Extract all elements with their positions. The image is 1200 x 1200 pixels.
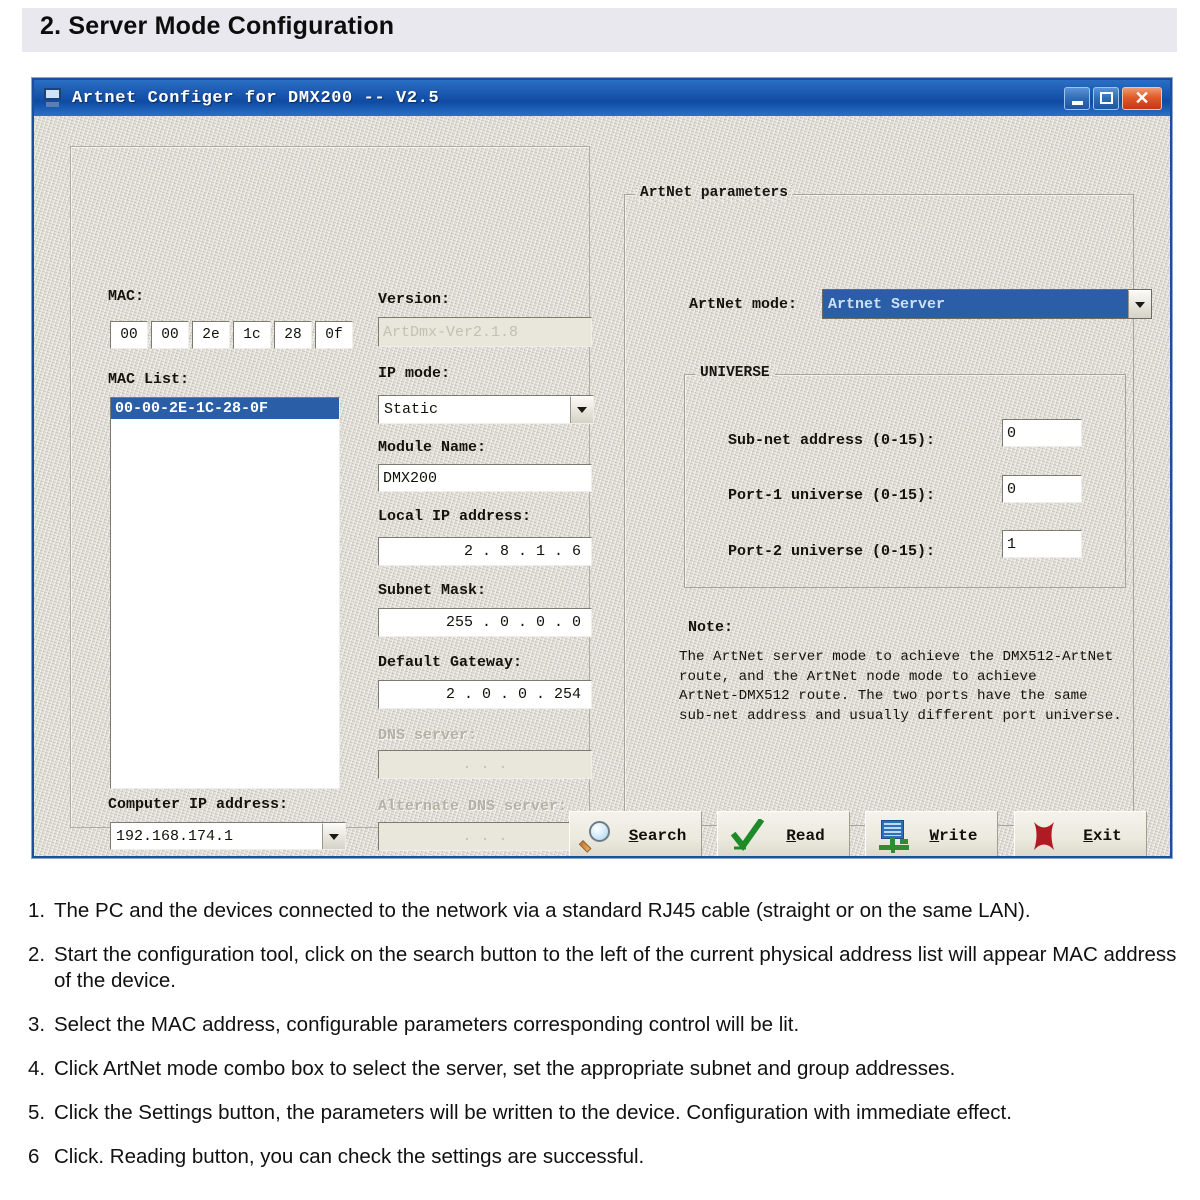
dns-server-label: DNS server: [378,727,478,744]
exit-button[interactable]: Exit [1014,811,1147,856]
port2-universe-field[interactable]: 1 [1002,530,1082,558]
instruction-text: Start the configuration tool, click on t… [54,943,1177,992]
search-button-label: Search [628,827,687,845]
list-item: 6 Click. Reading button, you can check t… [28,1144,1178,1170]
artnet-configer-window: Artnet Configer for DMX200 -- V2.5 ✕ MAC… [32,78,1172,858]
mac-octet-1[interactable]: 00 [151,321,189,349]
mac-octet-5[interactable]: 0f [315,321,353,349]
instruction-text: Click. Reading button, you can check the… [54,1145,645,1168]
module-name-field[interactable]: DMX200 [378,464,592,492]
mac-list-label: MAC List: [108,371,190,388]
default-gateway-label: Default Gateway: [378,654,523,671]
artnet-mode-value: Artnet Server [823,290,1128,318]
local-ip-label: Local IP address: [378,508,532,525]
chevron-down-icon[interactable] [1128,290,1151,318]
mac-list-box[interactable]: 00-00-2E-1C-28-0F [110,397,340,789]
instruction-number: 5. [28,1101,46,1124]
port1-universe-field[interactable]: 0 [1002,475,1082,503]
instruction-text: The PC and the devices connected to the … [54,899,1031,922]
instruction-text: Select the MAC address, configurable par… [54,1013,800,1036]
subnet-address-label: Sub-net address (0-15): [728,432,936,449]
instruction-number: 6 [28,1145,40,1168]
list-item[interactable]: 00-00-2E-1C-28-0F [111,398,339,419]
window-control-buttons: ✕ [1064,86,1166,110]
instruction-number: 4. [28,1057,46,1080]
page-title: 2. Server Mode Configuration [40,12,395,40]
mac-octet-3[interactable]: 1c [233,321,271,349]
default-gateway-field[interactable]: 2 . 0 . 0 . 254 [378,680,592,709]
search-button[interactable]: Search [569,811,702,856]
module-name-label: Module Name: [378,439,487,456]
chevron-down-icon[interactable] [570,396,593,423]
computer-ip-label: Computer IP address: [108,796,289,813]
list-item: 2. Start the configuration tool, click o… [28,942,1178,994]
computer-ip-value: 192.168.174.1 [116,827,234,845]
version-label: Version: [378,291,451,308]
artnet-mode-combo[interactable]: Artnet Server [822,289,1152,319]
write-button[interactable]: Write [865,811,998,856]
mac-octet-2[interactable]: 2e [192,321,230,349]
chevron-down-icon[interactable] [322,823,345,849]
artnet-parameters-title: ArtNet parameters [635,185,793,201]
port2-universe-label: Port-2 universe (0-15): [728,543,936,560]
magnifier-icon [578,819,616,853]
instruction-number: 2. [28,943,46,966]
subnet-mask-label: Subnet Mask: [378,582,487,599]
write-device-icon [878,819,912,853]
note-title: Note: [688,619,734,636]
mac-octet-4[interactable]: 28 [274,321,312,349]
list-item: 3. Select the MAC address, configurable … [28,1012,1178,1038]
local-ip-field[interactable]: 2 . 8 . 1 . 6 [378,537,592,566]
computer-ip-combo[interactable]: 192.168.174.1 [110,822,346,850]
list-item: 5. Click the Settings button, the parame… [28,1100,1178,1126]
ip-mode-value: Static [384,401,439,418]
alt-dns-server-label: Alternate DNS server: [378,798,568,815]
ip-mode-label: IP mode: [378,365,451,382]
maximize-button[interactable] [1093,86,1119,110]
universe-group-title: UNIVERSE [695,365,775,381]
green-check-icon [730,819,764,853]
instruction-number: 3. [28,1013,46,1036]
instruction-text: Click the Settings button, the parameter… [54,1101,1012,1124]
subnet-address-field[interactable]: 0 [1002,419,1082,447]
port1-universe-label: Port-1 universe (0-15): [728,487,936,504]
instruction-list: 1. The PC and the devices connected to t… [28,898,1178,1188]
window-title: Artnet Configer for DMX200 -- V2.5 [72,88,440,108]
mac-octet-0[interactable]: 00 [110,321,148,349]
read-button-label: Read [786,827,825,845]
window-titlebar: Artnet Configer for DMX200 -- V2.5 ✕ [34,80,1170,116]
dns-server-field: . . . [378,750,592,779]
list-item: 1. The PC and the devices connected to t… [28,898,1178,924]
red-x-icon [1027,819,1061,853]
instruction-number: 1. [28,899,46,922]
version-field: ArtDmx-Ver2.1.8 [378,317,592,347]
mac-label: MAC: [108,288,145,305]
close-button[interactable]: ✕ [1122,86,1162,110]
list-item: 4. Click ArtNet mode combo box to select… [28,1056,1178,1082]
artnet-mode-label: ArtNet mode: [689,296,798,313]
computer-icon [42,87,64,109]
write-button-label: Write [929,827,978,845]
window-client-area: MAC: 00 00 2e 1c 28 0f MAC List: 00-00-2… [34,116,1170,856]
page-root: 2. Server Mode Configuration Artnet Conf… [0,0,1200,1200]
alt-dns-server-field: . . . [378,822,592,851]
note-body: The ArtNet server mode to achieve the DM… [679,649,1122,724]
ip-mode-combo[interactable]: Static [378,395,594,424]
exit-button-label: Exit [1083,827,1122,845]
subnet-mask-field[interactable]: 255 . 0 . 0 . 0 [378,608,592,637]
minimize-button[interactable] [1064,86,1090,110]
read-button[interactable]: Read [717,811,850,856]
instruction-text: Click ArtNet mode combo box to select th… [54,1057,956,1080]
